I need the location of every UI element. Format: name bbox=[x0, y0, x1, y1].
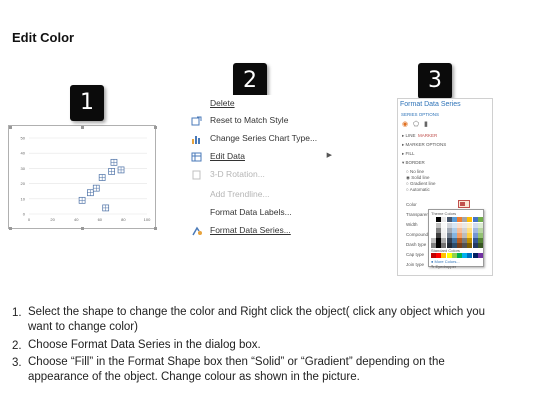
menu-item-label: 3-D Rotation... bbox=[210, 169, 265, 179]
step-badge-1: 1 bbox=[70, 85, 104, 121]
page-title: Edit Color bbox=[12, 30, 75, 45]
x-tick-label: 40 bbox=[74, 217, 79, 222]
y-tick-label: 50 bbox=[21, 136, 26, 141]
menu-item-reset-style[interactable]: Reset to Match Style bbox=[186, 112, 336, 130]
fill-line-icon[interactable]: ◉ bbox=[402, 120, 408, 128]
theme-color-swatch[interactable] bbox=[477, 243, 483, 248]
marker-label: MARKER bbox=[418, 133, 438, 138]
submenu-arrow-icon: ▶ bbox=[326, 152, 332, 159]
x-tick-label: 0 bbox=[28, 217, 31, 222]
instruction-num-2: 2. bbox=[12, 340, 22, 352]
y-tick-label: 20 bbox=[21, 181, 26, 186]
x-tick-label: 100 bbox=[144, 217, 151, 222]
border-section[interactable]: ▾ BORDER bbox=[402, 160, 425, 166]
data-point[interactable] bbox=[92, 184, 100, 192]
menu-item-format-data-series[interactable]: Format Data Series... bbox=[186, 222, 336, 240]
chart-handle-tr bbox=[154, 126, 157, 129]
theme-color-swatch[interactable] bbox=[477, 217, 483, 222]
data-point[interactable] bbox=[102, 204, 110, 212]
instruction-3-line1: Choose “Fill” in the Format Shape box th… bbox=[28, 356, 445, 368]
chart-handle-bottom bbox=[81, 227, 84, 230]
menu-item-label: Format Data Labels... bbox=[210, 207, 292, 217]
color-label: Color bbox=[406, 202, 417, 207]
chart-handle-top bbox=[81, 126, 84, 129]
join-label: Join type bbox=[406, 262, 425, 267]
menu-item-label: Add Trendline... bbox=[210, 189, 270, 199]
instruction-2: Choose Format Data Series in the dialog … bbox=[28, 338, 548, 353]
x-tick-label: 80 bbox=[121, 217, 126, 222]
line-section[interactable]: ▸ LINE MARKER bbox=[402, 133, 437, 139]
x-tick-label: 60 bbox=[98, 217, 103, 222]
step-badge-3: 3 bbox=[418, 63, 452, 99]
chart-handle-br bbox=[154, 227, 157, 230]
series-options-icon[interactable]: ▮ bbox=[424, 120, 428, 128]
instruction-3-line2: appearance of the object. Change colour … bbox=[28, 371, 360, 383]
scatter-chart[interactable]: 0 10 20 30 40 50 0 20 40 60 80 100 bbox=[9, 126, 157, 230]
pane-title: Format Data Series bbox=[400, 101, 461, 108]
marker-options-section[interactable]: ▸ MARKER OPTIONS bbox=[402, 142, 446, 148]
menu-item-label: Change Series Chart Type... bbox=[210, 133, 318, 143]
no-line-radio[interactable]: ○ No line bbox=[406, 169, 424, 174]
chart-handle-tl bbox=[9, 126, 12, 129]
instruction-num-1: 1. bbox=[12, 307, 22, 319]
cap-label: Cap type bbox=[406, 252, 425, 257]
menu-item-add-trendline: Add Trendline... bbox=[186, 186, 336, 204]
step-badge-2: 2 bbox=[233, 63, 267, 99]
gradient-line-radio[interactable]: ○ Gradient line bbox=[406, 181, 435, 186]
reset-icon bbox=[191, 115, 203, 127]
theme-colors-label: Theme Colors bbox=[431, 211, 457, 216]
width-label: Width bbox=[406, 222, 418, 227]
data-point[interactable] bbox=[87, 189, 94, 197]
data-point[interactable] bbox=[117, 166, 125, 174]
standard-color-swatch[interactable] bbox=[477, 253, 483, 258]
menu-item-delete[interactable]: Delete bbox=[186, 95, 336, 113]
fill-section[interactable]: ▸ FILL bbox=[402, 151, 415, 157]
menu-item-label: Delete bbox=[210, 98, 235, 108]
theme-color-grid bbox=[431, 217, 483, 249]
y-tick-label: 40 bbox=[21, 151, 26, 156]
eyedropper-option[interactable]: ✎ Eyedropper bbox=[431, 264, 456, 269]
color-palette-popup: Theme Colors Standard Colors ● More Colo… bbox=[428, 209, 484, 269]
y-tick-label: 10 bbox=[21, 196, 26, 201]
edit-data-icon bbox=[191, 151, 203, 163]
chart-handle-bl bbox=[9, 227, 12, 230]
dash-label: Dash type bbox=[406, 242, 427, 247]
x-tick-label: 20 bbox=[50, 217, 55, 222]
standard-color-row bbox=[431, 253, 483, 258]
data-point[interactable] bbox=[108, 168, 115, 175]
instruction-1-line2: want to change color) bbox=[28, 321, 138, 333]
rotation-icon bbox=[191, 169, 203, 181]
instruction-3: Choose “Fill” in the Format Shape box th… bbox=[28, 355, 548, 385]
menu-item-edit-data[interactable]: Edit Data ▶ bbox=[186, 148, 336, 166]
instruction-1-line1: Select the shape to change the color and… bbox=[28, 306, 486, 318]
context-menu: Delete Reset to Match Style Change Serie… bbox=[186, 95, 336, 240]
menu-item-label: Reset to Match Style bbox=[210, 115, 289, 125]
instruction-2-line1: Choose Format Data Series in the dialog … bbox=[28, 339, 261, 351]
pane-tab-icons: ◉ ⬠ ▮ bbox=[402, 120, 442, 128]
menu-item-3d-rotation: 3-D Rotation... bbox=[186, 166, 336, 184]
format-series-icon bbox=[191, 225, 203, 237]
instruction-num-3: 3. bbox=[12, 357, 22, 369]
menu-item-change-chart-type[interactable]: Change Series Chart Type... bbox=[186, 130, 336, 148]
current-color-swatch bbox=[460, 202, 465, 206]
automatic-radio[interactable]: ○ Automatic bbox=[406, 187, 430, 192]
data-point[interactable] bbox=[78, 196, 86, 204]
menu-item-label: Format Data Series... bbox=[210, 225, 291, 235]
data-point[interactable] bbox=[98, 174, 106, 181]
menu-item-format-data-labels[interactable]: Format Data Labels... bbox=[186, 204, 336, 222]
menu-item-label: Edit Data bbox=[210, 151, 245, 161]
format-data-series-pane: Format Data Series SERIES OPTIONS ◉ ⬠ ▮ … bbox=[397, 98, 493, 276]
series-options-dropdown[interactable]: SERIES OPTIONS bbox=[401, 112, 439, 117]
y-tick-label: 0 bbox=[23, 212, 26, 217]
color-picker-button[interactable] bbox=[458, 200, 470, 208]
line-label: LINE bbox=[405, 133, 416, 138]
y-tick-label: 30 bbox=[21, 166, 26, 171]
effects-icon[interactable]: ⬠ bbox=[413, 120, 419, 128]
instruction-1: Select the shape to change the color and… bbox=[28, 305, 548, 335]
data-point[interactable] bbox=[110, 158, 118, 166]
scatter-chart-panel[interactable]: 0 10 20 30 40 50 0 20 40 60 80 100 bbox=[8, 125, 157, 230]
chart-type-icon bbox=[191, 133, 203, 145]
